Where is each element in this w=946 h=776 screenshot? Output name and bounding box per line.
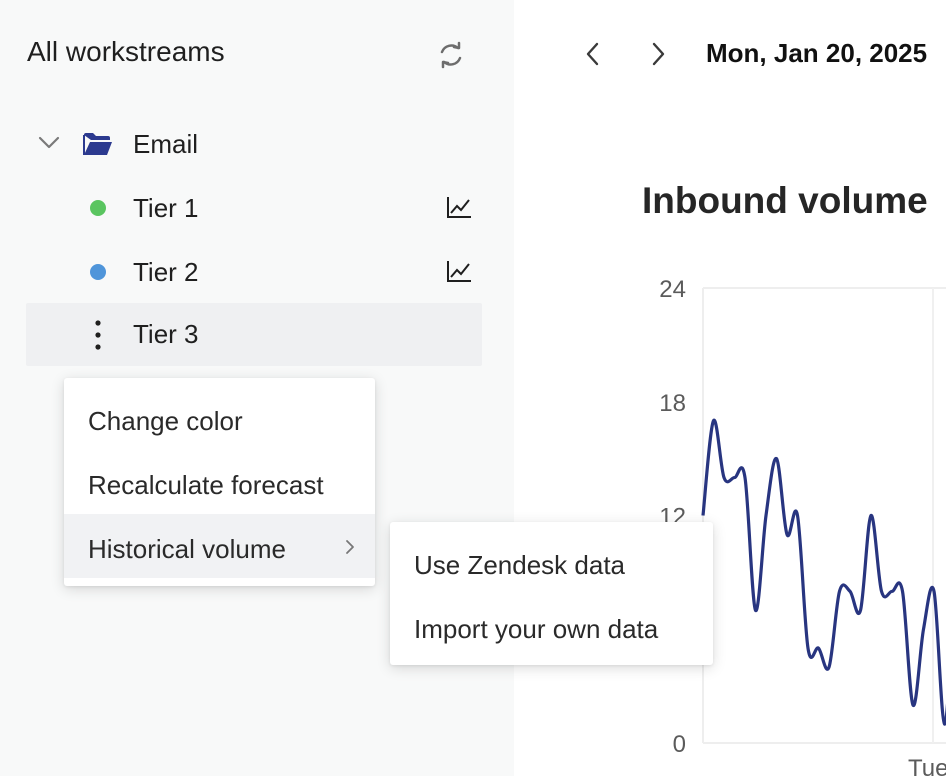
context-menu: Change color Recalculate forecast Histor… xyxy=(64,378,375,586)
tree-item-label: Tier 1 xyxy=(133,192,199,223)
menu-item-label: Change color xyxy=(88,406,243,436)
menu-item-label: Recalculate forecast xyxy=(88,470,324,500)
tree-group-label: Email xyxy=(133,128,199,159)
line-chart-icon[interactable] xyxy=(446,259,472,283)
menu-item-label: Use Zendesk data xyxy=(414,550,626,580)
tree-item-label: Tier 2 xyxy=(133,256,199,287)
refresh-icon[interactable] xyxy=(437,40,465,70)
chevron-left-icon[interactable] xyxy=(580,40,606,68)
menu-item-recalculate-forecast[interactable]: Recalculate forecast xyxy=(64,450,375,514)
chevron-down-icon[interactable] xyxy=(38,134,60,150)
menu-item-label: Historical volume xyxy=(88,534,286,564)
menu-item-use-zendesk-data[interactable]: Use Zendesk data xyxy=(390,530,713,594)
line-chart-icon[interactable] xyxy=(446,195,472,219)
y-tick-label: 18 xyxy=(659,390,686,417)
tree-group-email[interactable]: Email xyxy=(26,112,482,176)
x-tick-label: Tue xyxy=(908,755,946,776)
chevron-right-icon xyxy=(346,540,354,554)
tree-item-tier-1[interactable]: Tier 1 xyxy=(26,176,482,240)
kebab-menu-icon[interactable] xyxy=(95,320,101,350)
historical-volume-submenu: Use Zendesk data Import your own data xyxy=(390,522,713,665)
status-dot xyxy=(90,200,106,216)
tree-item-tier-3[interactable]: Tier 3 xyxy=(26,303,482,366)
tree-item-label: Tier 3 xyxy=(133,319,199,349)
menu-item-change-color[interactable]: Change color xyxy=(64,386,375,450)
chevron-right-icon[interactable] xyxy=(645,40,671,68)
tree-item-tier-2[interactable]: Tier 2 xyxy=(26,240,482,304)
menu-item-label: Import your own data xyxy=(414,614,659,644)
status-dot xyxy=(90,264,106,280)
y-tick-label: 0 xyxy=(673,731,686,758)
date-label: Mon, Jan 20, 2025 xyxy=(706,38,928,68)
y-tick-label: 24 xyxy=(659,276,686,303)
menu-item-import-your-own-data[interactable]: Import your own data xyxy=(390,594,713,658)
series-line xyxy=(701,419,946,726)
menu-item-historical-volume[interactable]: Historical volume xyxy=(64,514,375,578)
folder-open-icon xyxy=(83,133,112,155)
sidebar-title: All workstreams xyxy=(27,36,225,67)
page-title: Inbound volume xyxy=(642,180,928,221)
